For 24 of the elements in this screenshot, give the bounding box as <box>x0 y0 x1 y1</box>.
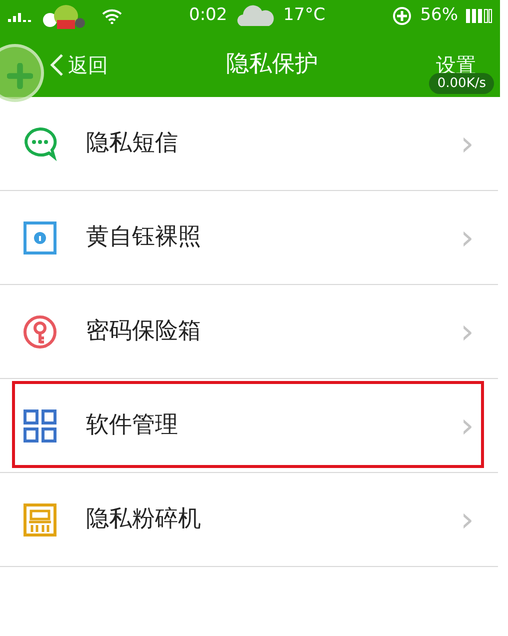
temperature: 17°C <box>283 4 326 28</box>
menu-item[interactable]: 软件管理 › <box>0 379 498 473</box>
item-label: 密码保险箱 <box>86 317 201 346</box>
chevron-icon: › <box>460 408 474 442</box>
signal-icon <box>8 10 34 22</box>
cloud-icon <box>235 5 276 27</box>
chevron-icon: › <box>460 220 474 254</box>
item-label: 隐私粉碎机 <box>86 505 201 534</box>
wifi-icon <box>102 8 122 24</box>
item-label: 软件管理 <box>86 411 178 440</box>
chevron-icon: › <box>460 502 474 536</box>
sticker-icon <box>42 2 86 30</box>
battery-icon <box>466 9 492 23</box>
chevron-icon: › <box>460 314 474 348</box>
item-label: 黄自钰裸照 <box>86 223 201 252</box>
item-label: 隐私短信 <box>86 129 178 158</box>
battery-percent: 56% <box>420 4 458 28</box>
chevron-icon: › <box>460 126 474 160</box>
sync-icon <box>392 6 412 26</box>
plus-icon <box>7 63 33 89</box>
network-speed: 0.00K/s <box>429 72 494 94</box>
back-chevron-icon <box>50 52 64 76</box>
page-title: 隐私保护 <box>226 50 318 80</box>
status-time: 0:02 <box>189 4 228 28</box>
